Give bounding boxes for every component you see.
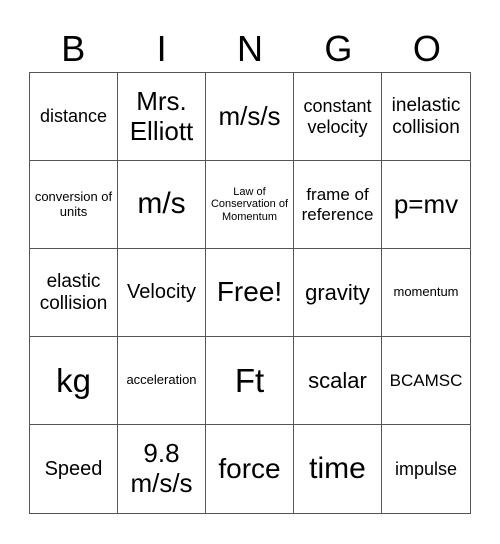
bingo-cell[interactable]: Mrs. Elliott <box>118 73 206 161</box>
bingo-cell[interactable]: acceleration <box>118 337 206 425</box>
bingo-cell[interactable]: conversion of units <box>30 161 118 249</box>
bingo-cell[interactable]: momentum <box>382 249 470 337</box>
bingo-cell[interactable]: 9.8 m/s/s <box>118 425 206 513</box>
header-letter-n: N <box>237 28 264 69</box>
bingo-cell[interactable]: m/s/s <box>206 73 294 161</box>
bingo-cell[interactable]: inelastic collision <box>382 73 470 161</box>
bingo-cell[interactable]: Ft <box>206 337 294 425</box>
bingo-cell[interactable]: frame of reference <box>294 161 382 249</box>
bingo-cell[interactable]: constant velocity <box>294 73 382 161</box>
bingo-cell[interactable]: Speed <box>30 425 118 513</box>
bingo-cell[interactable]: scalar <box>294 337 382 425</box>
header-letter-b: B <box>61 28 86 69</box>
header-letter-g: G <box>324 28 353 69</box>
bingo-header: B I N G O <box>29 26 471 72</box>
header-letter-o: O <box>412 28 441 69</box>
bingo-grid: distance Mrs. Elliott m/s/s constant vel… <box>29 72 471 514</box>
bingo-cell[interactable]: Velocity <box>118 249 206 337</box>
bingo-cell[interactable]: BCAMSC <box>382 337 470 425</box>
bingo-cell[interactable]: elastic collision <box>30 249 118 337</box>
bingo-cell[interactable]: m/s <box>118 161 206 249</box>
bingo-cell[interactable]: impulse <box>382 425 470 513</box>
bingo-cell[interactable]: Law of Conservation of Momentum <box>206 161 294 249</box>
bingo-cell[interactable]: distance <box>30 73 118 161</box>
bingo-cell[interactable]: gravity <box>294 249 382 337</box>
bingo-cell[interactable]: p=mv <box>382 161 470 249</box>
bingo-cell[interactable]: time <box>294 425 382 513</box>
bingo-cell[interactable]: kg <box>30 337 118 425</box>
bingo-cell[interactable]: force <box>206 425 294 513</box>
header-letter-i: I <box>156 28 167 69</box>
free-space-cell[interactable]: Free! <box>206 249 294 337</box>
